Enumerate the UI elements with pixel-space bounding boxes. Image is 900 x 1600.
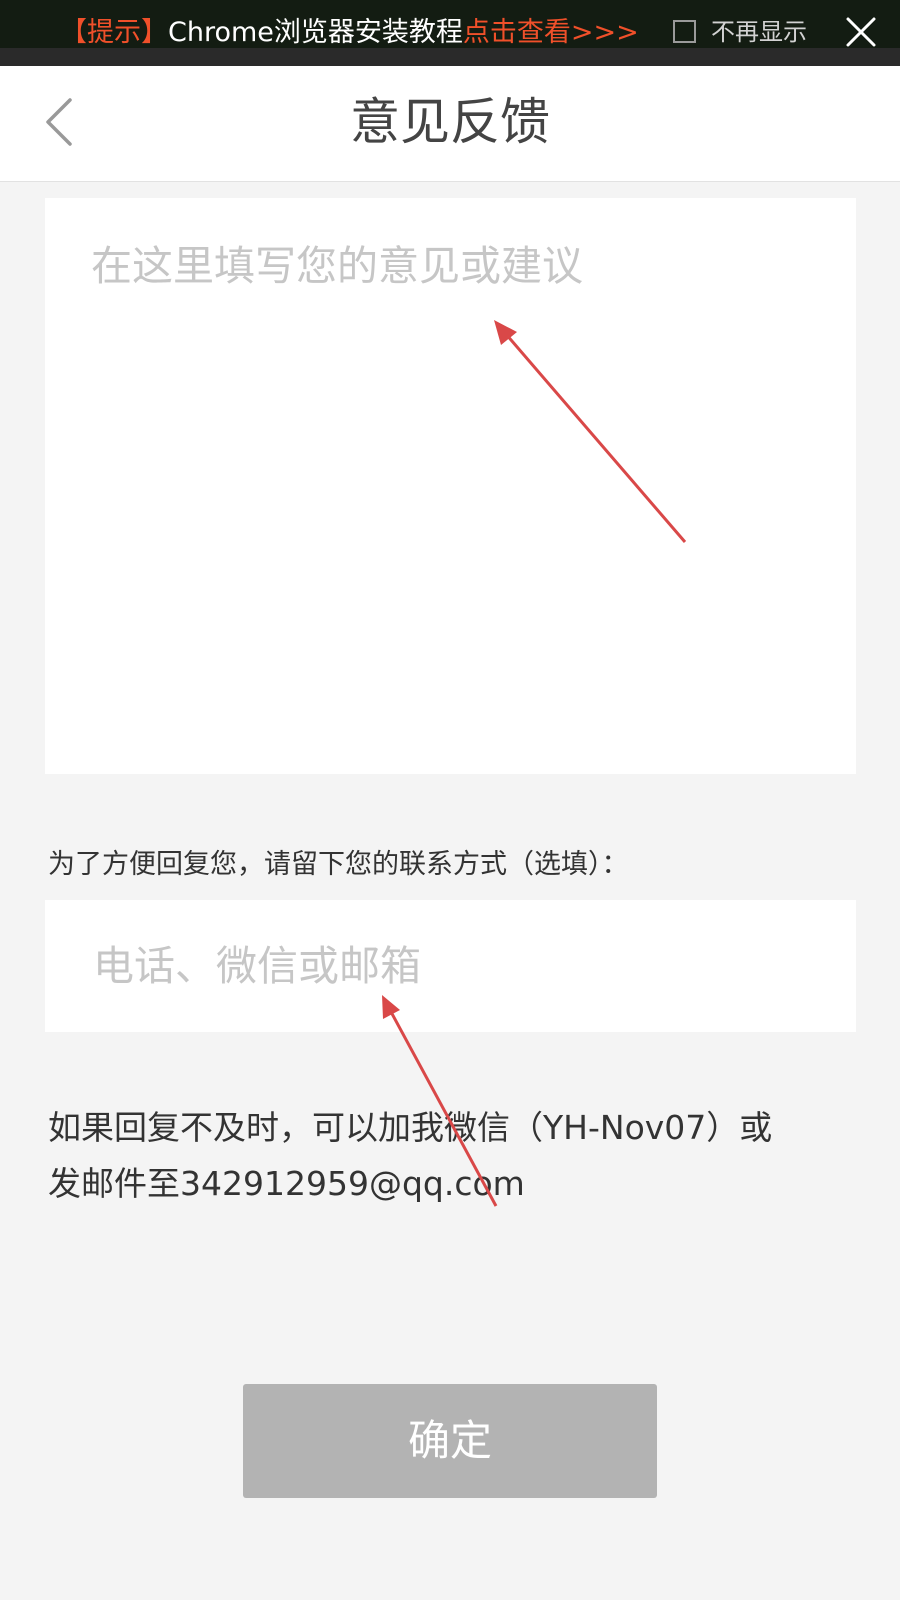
contact-input[interactable] bbox=[45, 900, 856, 1032]
contact-note-line2: 发邮件至342912959@qq.com bbox=[48, 1164, 525, 1203]
notice-text: Chrome浏览器安装教程 bbox=[168, 17, 463, 48]
notice-tag: 【提示】 bbox=[60, 17, 168, 48]
page-title: 意见反馈 bbox=[350, 93, 550, 151]
dont-show-again-checkbox[interactable] bbox=[673, 20, 696, 43]
notice-message: 【提示】Chrome浏览器安装教程点击查看>>> bbox=[60, 14, 639, 52]
close-icon[interactable] bbox=[843, 14, 879, 50]
feedback-textarea[interactable] bbox=[45, 198, 856, 774]
dont-show-again-label[interactable]: 不再显示 bbox=[711, 15, 807, 49]
notice-link[interactable]: 点击查看>>> bbox=[463, 17, 639, 48]
confirm-button[interactable]: 确定 bbox=[243, 1384, 657, 1498]
notice-banner: 【提示】Chrome浏览器安装教程点击查看>>> 不再显示 bbox=[0, 0, 900, 66]
contact-note: 如果回复不及时，可以加我微信（YH-Nov07）或 发邮件至342912959@… bbox=[48, 1100, 868, 1212]
contact-note-line1: 如果回复不及时，可以加我微信（YH-Nov07）或 bbox=[48, 1108, 773, 1147]
page-header: 意见反馈 bbox=[0, 66, 900, 182]
contact-label: 为了方便回复您，请留下您的联系方式（选填）： bbox=[48, 849, 629, 880]
